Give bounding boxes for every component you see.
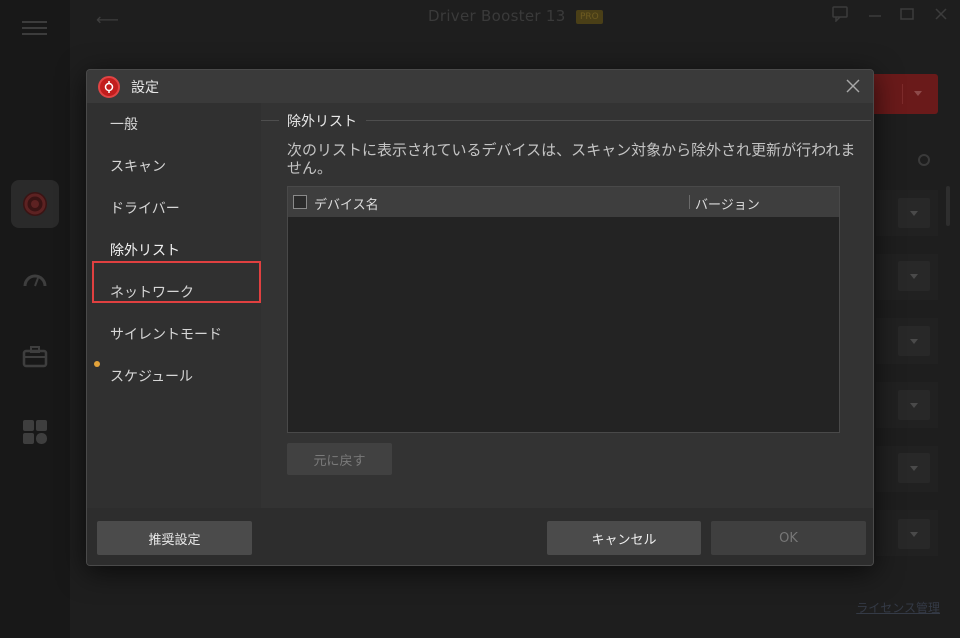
background-row-dropdown[interactable] (898, 198, 930, 228)
nav-apps-tile[interactable] (11, 408, 59, 456)
license-management-link[interactable]: ライセンス管理 (856, 599, 940, 616)
nav-item-schedule[interactable]: スケジュール (110, 366, 193, 386)
restore-button[interactable]: 元に戻す (287, 443, 392, 475)
exclusion-description: 次のリストに表示されているデバイスは、スキャン対象から除外され更新が行われません… (287, 141, 856, 177)
dialog-close-icon[interactable] (841, 74, 865, 98)
ok-button[interactable]: OK (711, 521, 866, 555)
exclusion-list-panel: 除外リスト 次のリストに表示されているデバイスは、スキャン対象から除外され更新が… (261, 103, 873, 508)
app-logo-icon (98, 76, 120, 98)
dialog-title: 設定 (131, 80, 159, 96)
dialog-footer: 推奨設定 キャンセル OK (87, 508, 873, 565)
section-divider (261, 120, 279, 121)
dialog-titlebar: 設定 (87, 70, 873, 103)
background-scrollbar[interactable] (946, 186, 950, 226)
menu-icon[interactable] (22, 21, 47, 35)
pro-badge: PRO (576, 10, 603, 24)
maximize-icon[interactable] (900, 6, 914, 26)
recommended-settings-button[interactable]: 推奨設定 (97, 521, 252, 555)
minimize-icon[interactable] (868, 6, 882, 26)
nav-item-scan[interactable]: スキャン (110, 156, 166, 176)
column-header-version[interactable]: バージョン (695, 194, 760, 213)
scan-icon (23, 192, 47, 216)
background-row-dropdown[interactable] (898, 519, 930, 549)
nav-toolbox-tile[interactable] (11, 332, 59, 380)
nav-speedometer-tile[interactable] (11, 256, 59, 304)
column-header-device-name[interactable]: デバイス名 (314, 194, 379, 213)
exclusion-table: デバイス名 バージョン (287, 186, 840, 433)
settings-dialog: 設定 一般 スキャン ドライバー 除外リスト ネットワーク サイレントモード ス… (86, 69, 874, 566)
nav-item-network[interactable]: ネットワーク (110, 282, 194, 302)
scan-split-button[interactable] (866, 74, 938, 114)
background-row-dropdown[interactable] (898, 326, 930, 356)
cancel-button[interactable]: キャンセル (547, 521, 701, 555)
settings-nav: 一般 スキャン ドライバー 除外リスト ネットワーク サイレントモード スケジュ… (87, 103, 261, 508)
column-separator[interactable] (689, 195, 690, 209)
section-title: 除外リスト (287, 114, 357, 130)
toolbox-icon (22, 346, 48, 368)
nav-scan-tile[interactable] (11, 180, 59, 228)
table-header: デバイス名 バージョン (288, 187, 839, 217)
nav-item-silent-mode[interactable]: サイレントモード (110, 324, 222, 344)
nav-item-exclusion-list[interactable]: 除外リスト (110, 240, 180, 260)
chevron-down-icon[interactable] (914, 91, 922, 96)
select-all-checkbox[interactable] (293, 195, 307, 209)
nav-item-driver[interactable]: ドライバー (110, 198, 180, 218)
feedback-icon[interactable] (832, 6, 848, 26)
section-divider (366, 120, 871, 121)
apps-grid-icon (23, 420, 47, 444)
app-sidebar (0, 0, 70, 638)
background-row-dropdown[interactable] (898, 261, 930, 291)
nav-item-general[interactable]: 一般 (110, 114, 138, 134)
speedometer-icon (23, 274, 47, 287)
background-row-dropdown[interactable] (898, 453, 930, 483)
close-window-icon[interactable] (934, 6, 948, 26)
search-icon[interactable] (918, 154, 930, 166)
section-header: 除外リスト (261, 111, 873, 131)
background-row-dropdown[interactable] (898, 390, 930, 420)
back-arrow-icon[interactable]: ⟵ (96, 10, 119, 29)
app-title: Driver Booster 13 (428, 7, 566, 25)
notification-dot (94, 361, 100, 367)
